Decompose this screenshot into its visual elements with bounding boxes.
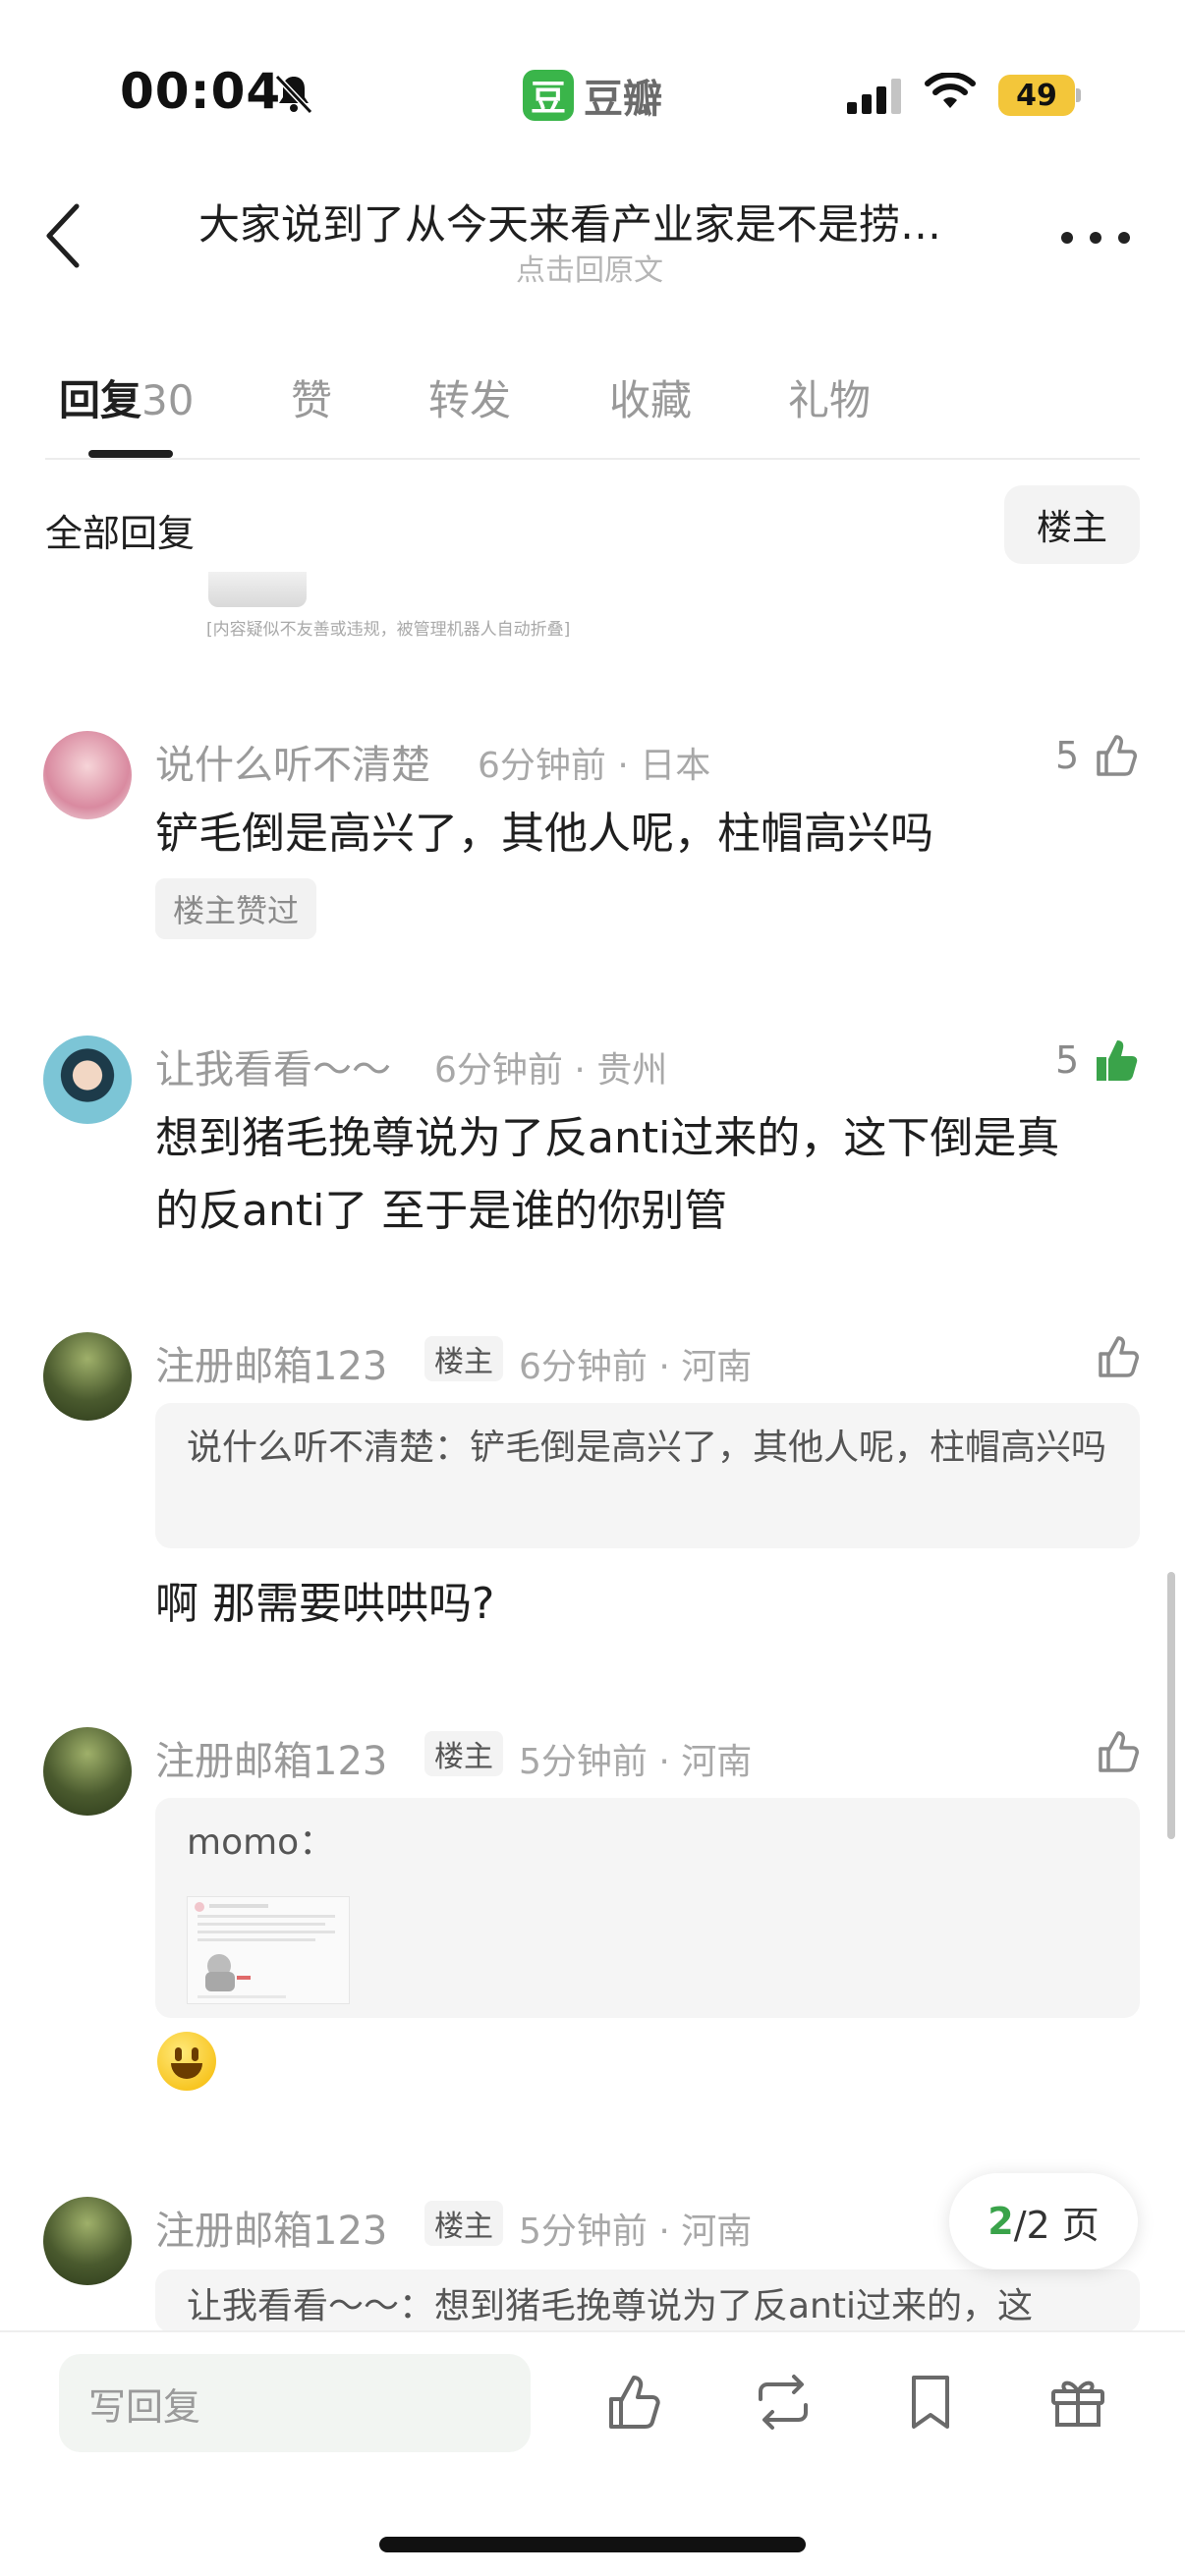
quoted-reply[interactable]: 说什么听不清楚：铲毛倒是高兴了，其他人呢，柱帽高兴吗 (155, 1403, 1140, 1548)
wifi-icon (925, 73, 976, 108)
like-icon[interactable] (601, 2370, 666, 2435)
app-badge: 豆 豆瓣 (523, 67, 662, 124)
comment-username[interactable]: 注册邮箱123 (155, 2199, 387, 2256)
op-badge: 楼主 (424, 1336, 503, 1381)
liked-icon (1097, 1040, 1138, 1081)
like-button[interactable]: 5 (1055, 731, 1140, 780)
more-icon[interactable] (1061, 218, 1130, 257)
liked-by-op-tag: 楼主赞过 (155, 878, 317, 939)
emoji-mouth (171, 2063, 202, 2079)
douban-logo-icon: 豆 (523, 70, 574, 121)
back-to-original-link[interactable]: 点击回原文 (147, 246, 1032, 289)
all-replies-label: 全部回复 (45, 512, 196, 555)
current-page: 2 (988, 2200, 1014, 2243)
emoji-eye (175, 2047, 182, 2061)
smile-emoji-icon (157, 2032, 216, 2091)
like-icon (1099, 1731, 1139, 1772)
reply-input[interactable]: 写回复 (59, 2354, 531, 2452)
comment-meta: 6分钟前 · 贵州 (434, 1050, 668, 1091)
comment-text: 铲毛倒是高兴了，其他人呢，柱帽高兴吗 (155, 809, 933, 859)
avatar[interactable] (43, 731, 132, 819)
op-badge: 楼主 (424, 1731, 503, 1776)
bookmark-icon[interactable] (898, 2370, 963, 2435)
folded-image-thumbnail (208, 572, 307, 607)
tab-collects[interactable]: 收藏 (609, 367, 692, 427)
comment-username[interactable]: 注册邮箱123 (155, 1729, 387, 1786)
comment-username[interactable]: 注册邮箱123 (155, 1334, 387, 1391)
page-title[interactable]: 大家说到了从今天来看产业家是不是捞… (147, 192, 992, 252)
gift-icon[interactable] (1045, 2370, 1110, 2435)
tabs-divider (45, 458, 1140, 460)
quoted-reply-text: 让我看看～～：想到猪毛挽尊说为了反anti过来的，这 (187, 2286, 1033, 2326)
scrollbar[interactable] (1167, 1572, 1175, 1839)
clock: 00:04 (120, 63, 282, 120)
like-button[interactable] (1093, 1332, 1142, 1381)
comment-meta: 6分钟前 · 河南 (519, 1347, 753, 1387)
like-icon (1097, 735, 1138, 776)
like-button[interactable] (1093, 1727, 1142, 1776)
like-icon (1099, 1336, 1139, 1377)
comment-meta: 5分钟前 · 河南 (519, 1742, 753, 1782)
op-only-filter-button[interactable]: 楼主 (1004, 485, 1140, 564)
more-dot (1118, 232, 1130, 244)
tab-replies-label: 回复 (59, 376, 142, 424)
avatar[interactable] (43, 1332, 132, 1421)
avatar[interactable] (43, 2197, 132, 2285)
avatar[interactable] (43, 1036, 132, 1124)
comment-username[interactable]: 让我看看～～ (155, 1037, 391, 1094)
comment-meta: 6分钟前 · 日本 (478, 746, 711, 786)
mute-bell-icon (274, 74, 313, 115)
quoted-image-preview (195, 1902, 335, 1998)
battery-indicator: 49 (998, 75, 1081, 116)
quoted-reply-text: 说什么听不清楚：铲毛倒是高兴了，其他人呢，柱帽高兴吗 (187, 1428, 1107, 1468)
emoji-eye (192, 2047, 198, 2061)
battery-level: 49 (998, 75, 1075, 116)
battery-cap (1076, 88, 1081, 102)
tab-likes[interactable]: 赞 (291, 367, 332, 427)
folded-note: [内容疑似不友善或违规，被管理机器人自动折叠] (206, 620, 571, 640)
active-tab-indicator (88, 450, 173, 458)
tab-replies[interactable]: 回复30 (59, 367, 194, 427)
tab-reposts[interactable]: 转发 (428, 367, 511, 427)
back-icon[interactable] (39, 196, 88, 275)
signal-icon (847, 79, 901, 114)
tab-gifts[interactable]: 礼物 (788, 367, 871, 427)
quoted-image-thumbnail[interactable] (187, 1896, 350, 2004)
comment-text-line: 想到猪毛挽尊说为了反anti过来的，这下倒是真 (155, 1113, 1060, 1163)
total-pages: /2 页 (1013, 2203, 1100, 2247)
page-indicator[interactable]: 2/2 页 (949, 2173, 1138, 2269)
op-badge: 楼主 (424, 2201, 503, 2246)
comment-username[interactable]: 说什么听不清楚 (155, 733, 430, 790)
like-button[interactable]: 5 (1055, 1036, 1140, 1085)
home-indicator (379, 2537, 806, 2552)
status-bar: 00:04 豆 豆瓣 49 (0, 0, 1185, 187)
repost-icon[interactable] (751, 2370, 816, 2435)
comment-meta: 5分钟前 · 河南 (519, 2212, 753, 2252)
quoted-reply[interactable]: 让我看看～～：想到猪毛挽尊说为了反anti过来的，这 (155, 2269, 1140, 2332)
more-dot (1090, 232, 1101, 244)
avatar[interactable] (43, 1727, 132, 1816)
quoted-reply-text: momo： (187, 1822, 335, 1863)
quoted-reply[interactable]: momo： (155, 1798, 1140, 2018)
comment-text: 啊 那需要哄哄吗? (155, 1579, 495, 1629)
like-count: 5 (1055, 734, 1080, 777)
like-count: 5 (1055, 1038, 1080, 1082)
more-dot (1061, 232, 1073, 244)
comment-text-line: 的反anti了 至于是谁的你别管 (155, 1186, 728, 1236)
app-name: 豆瓣 (584, 77, 662, 122)
tab-replies-count: 30 (141, 376, 195, 424)
